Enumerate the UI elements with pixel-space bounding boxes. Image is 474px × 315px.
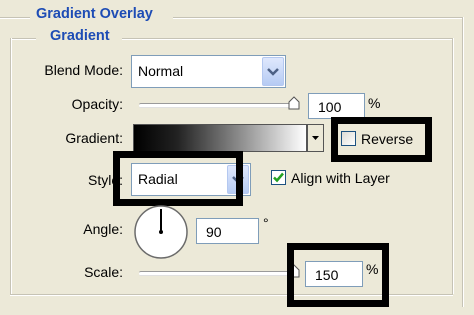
opacity-unit: % bbox=[368, 95, 381, 111]
style-highlight-box bbox=[113, 151, 243, 206]
subgroup-title: Gradient bbox=[50, 28, 110, 44]
opacity-slider[interactable] bbox=[139, 103, 299, 108]
scale-highlight-box bbox=[287, 243, 389, 307]
reverse-highlight-box bbox=[331, 117, 432, 162]
blend-mode-label: Blend Mode: bbox=[44, 62, 123, 78]
chevron-down-icon bbox=[312, 136, 319, 140]
chevron-down-icon[interactable] bbox=[262, 57, 284, 86]
scale-slider[interactable] bbox=[139, 271, 299, 276]
group-border-top-left bbox=[0, 17, 30, 19]
opacity-input[interactable]: 100 bbox=[308, 93, 365, 119]
group-border-right bbox=[462, 17, 464, 307]
opacity-label: Opacity: bbox=[71, 96, 123, 112]
subgroup-border-top-left bbox=[10, 38, 36, 40]
angle-unit: ° bbox=[263, 215, 269, 231]
angle-input[interactable]: 90 bbox=[196, 218, 259, 244]
subgroup-border-left bbox=[10, 38, 12, 294]
angle-dial-icon[interactable] bbox=[133, 204, 189, 260]
align-with-layer-label: Align with Layer bbox=[291, 170, 390, 186]
check-icon bbox=[273, 172, 284, 183]
align-with-layer-checkbox[interactable] bbox=[271, 170, 286, 185]
slider-thumb-icon[interactable] bbox=[288, 96, 300, 110]
blend-mode-value: Normal bbox=[138, 63, 184, 79]
group-title: Gradient Overlay bbox=[36, 6, 153, 22]
subgroup-border-right bbox=[452, 38, 454, 294]
gradient-preview[interactable] bbox=[133, 124, 307, 152]
subgroup-border-top-right bbox=[122, 38, 452, 40]
gradient-dropdown-button[interactable] bbox=[307, 124, 324, 152]
group-border-top-right bbox=[173, 17, 463, 19]
scale-label: Scale: bbox=[84, 264, 123, 280]
gradient-label: Gradient: bbox=[65, 130, 123, 146]
angle-label: Angle: bbox=[83, 221, 123, 237]
blend-mode-select[interactable]: Normal bbox=[131, 55, 286, 88]
